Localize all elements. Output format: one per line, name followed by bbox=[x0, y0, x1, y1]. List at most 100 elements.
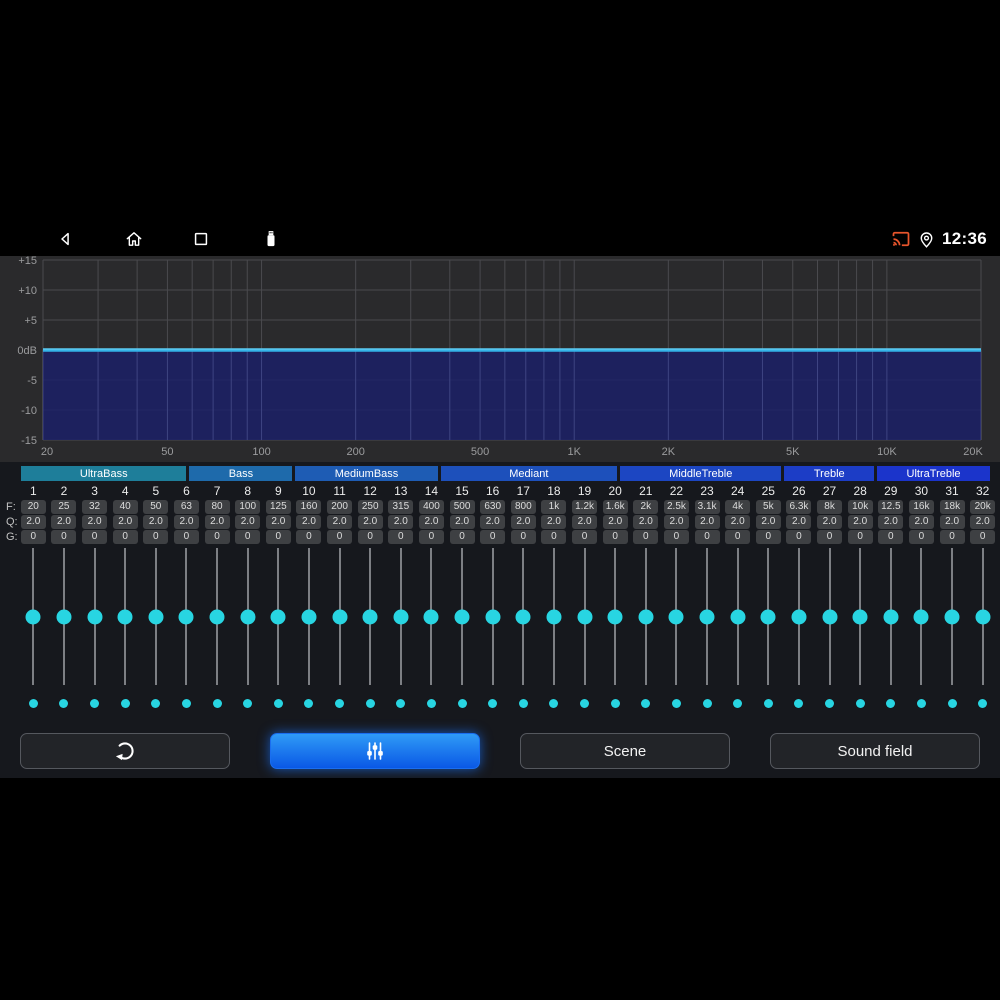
gain-slider-25[interactable] bbox=[753, 548, 784, 685]
g-value-chip[interactable]: 0 bbox=[939, 530, 965, 544]
back-icon[interactable] bbox=[56, 229, 76, 249]
slider-knob[interactable] bbox=[148, 609, 164, 624]
f-value-chip[interactable]: 18k bbox=[939, 500, 965, 514]
equalizer-button[interactable] bbox=[270, 733, 480, 769]
band-dot[interactable] bbox=[120, 699, 130, 708]
band-dot[interactable] bbox=[365, 699, 375, 708]
recents-icon[interactable] bbox=[191, 229, 211, 249]
f-value-chip[interactable]: 4k bbox=[725, 500, 751, 514]
band-segment-mediumbass[interactable]: MediumBass bbox=[295, 466, 438, 481]
q-value-chip[interactable]: 2.0 bbox=[449, 515, 475, 529]
q-value-chip[interactable]: 2.0 bbox=[143, 515, 169, 529]
g-value-chip[interactable]: 0 bbox=[908, 530, 934, 544]
f-value-chip[interactable]: 315 bbox=[388, 500, 414, 514]
band-dot[interactable] bbox=[825, 699, 835, 708]
gain-slider-3[interactable] bbox=[79, 548, 110, 685]
slider-knob[interactable] bbox=[699, 609, 715, 624]
g-value-chip[interactable]: 0 bbox=[480, 530, 506, 544]
q-value-chip[interactable]: 2.0 bbox=[82, 515, 108, 529]
band-segment-mediant[interactable]: Mediant bbox=[440, 466, 618, 481]
gain-slider-28[interactable] bbox=[845, 548, 876, 685]
gain-slider-11[interactable] bbox=[324, 548, 355, 685]
g-value-chip[interactable]: 0 bbox=[357, 530, 383, 544]
q-value-chip[interactable]: 2.0 bbox=[541, 515, 567, 529]
q-value-chip[interactable]: 2.0 bbox=[725, 515, 751, 529]
band-dot[interactable] bbox=[426, 699, 436, 708]
band-dot[interactable] bbox=[763, 699, 773, 708]
slider-knob[interactable] bbox=[362, 609, 378, 624]
reset-button[interactable] bbox=[20, 733, 230, 769]
q-value-chip[interactable]: 2.0 bbox=[204, 515, 230, 529]
scene-button[interactable]: Scene bbox=[520, 733, 730, 769]
gain-slider-20[interactable] bbox=[600, 548, 631, 685]
slider-knob[interactable] bbox=[87, 609, 103, 624]
f-value-chip[interactable]: 50 bbox=[143, 500, 169, 514]
slider-knob[interactable] bbox=[178, 609, 194, 624]
band-dot[interactable] bbox=[610, 699, 620, 708]
slider-knob[interactable] bbox=[393, 609, 409, 624]
g-value-chip[interactable]: 0 bbox=[235, 530, 261, 544]
slider-knob[interactable] bbox=[944, 609, 960, 624]
g-value-chip[interactable]: 0 bbox=[572, 530, 598, 544]
f-value-chip[interactable]: 20 bbox=[20, 500, 46, 514]
q-value-chip[interactable]: 2.0 bbox=[602, 515, 628, 529]
gain-slider-16[interactable] bbox=[477, 548, 508, 685]
f-value-chip[interactable]: 8k bbox=[817, 500, 843, 514]
q-value-chip[interactable]: 2.0 bbox=[20, 515, 46, 529]
g-value-chip[interactable]: 0 bbox=[817, 530, 843, 544]
f-value-chip[interactable]: 63 bbox=[173, 500, 199, 514]
slider-knob[interactable] bbox=[760, 609, 776, 624]
band-segment-treble[interactable]: Treble bbox=[784, 466, 875, 481]
gain-slider-29[interactable] bbox=[876, 548, 907, 685]
slider-knob[interactable] bbox=[913, 609, 929, 624]
band-dot[interactable] bbox=[641, 699, 651, 708]
q-value-chip[interactable]: 2.0 bbox=[480, 515, 506, 529]
slider-knob[interactable] bbox=[515, 609, 531, 624]
gain-slider-23[interactable] bbox=[692, 548, 723, 685]
f-value-chip[interactable]: 630 bbox=[480, 500, 506, 514]
g-value-chip[interactable]: 0 bbox=[82, 530, 108, 544]
f-value-chip[interactable]: 1k bbox=[541, 500, 567, 514]
f-value-chip[interactable]: 2k bbox=[633, 500, 659, 514]
f-value-chip[interactable]: 500 bbox=[449, 500, 475, 514]
band-dot[interactable] bbox=[273, 699, 283, 708]
q-value-chip[interactable]: 2.0 bbox=[786, 515, 812, 529]
f-value-chip[interactable]: 400 bbox=[418, 500, 444, 514]
q-value-chip[interactable]: 2.0 bbox=[663, 515, 689, 529]
band-dot[interactable] bbox=[947, 699, 957, 708]
f-value-chip[interactable]: 100 bbox=[235, 500, 261, 514]
q-value-chip[interactable]: 2.0 bbox=[51, 515, 77, 529]
gain-slider-8[interactable] bbox=[232, 548, 263, 685]
f-value-chip[interactable]: 5k bbox=[755, 500, 781, 514]
band-dot[interactable] bbox=[151, 699, 161, 708]
q-value-chip[interactable]: 2.0 bbox=[296, 515, 322, 529]
q-value-chip[interactable]: 2.0 bbox=[235, 515, 261, 529]
gain-slider-30[interactable] bbox=[906, 548, 937, 685]
band-dot[interactable] bbox=[886, 699, 896, 708]
slider-knob[interactable] bbox=[791, 609, 807, 624]
g-value-chip[interactable]: 0 bbox=[327, 530, 353, 544]
gain-slider-10[interactable] bbox=[294, 548, 325, 685]
band-dot[interactable] bbox=[212, 699, 222, 708]
slider-knob[interactable] bbox=[546, 609, 562, 624]
f-value-chip[interactable]: 40 bbox=[112, 500, 138, 514]
f-value-chip[interactable]: 200 bbox=[327, 500, 353, 514]
band-dot[interactable] bbox=[733, 699, 743, 708]
gain-slider-9[interactable] bbox=[263, 548, 294, 685]
f-value-chip[interactable]: 10k bbox=[847, 500, 873, 514]
slider-knob[interactable] bbox=[485, 609, 501, 624]
f-value-chip[interactable]: 2.5k bbox=[663, 500, 689, 514]
q-value-chip[interactable]: 2.0 bbox=[755, 515, 781, 529]
gain-slider-4[interactable] bbox=[110, 548, 141, 685]
gain-slider-21[interactable] bbox=[631, 548, 662, 685]
g-value-chip[interactable]: 0 bbox=[51, 530, 77, 544]
band-dot[interactable] bbox=[916, 699, 926, 708]
band-dot[interactable] bbox=[90, 699, 100, 708]
q-value-chip[interactable]: 2.0 bbox=[327, 515, 353, 529]
q-value-chip[interactable]: 2.0 bbox=[908, 515, 934, 529]
g-value-chip[interactable]: 0 bbox=[143, 530, 169, 544]
band-dot[interactable] bbox=[702, 699, 712, 708]
g-value-chip[interactable]: 0 bbox=[388, 530, 414, 544]
gain-slider-26[interactable] bbox=[784, 548, 815, 685]
g-value-chip[interactable]: 0 bbox=[755, 530, 781, 544]
